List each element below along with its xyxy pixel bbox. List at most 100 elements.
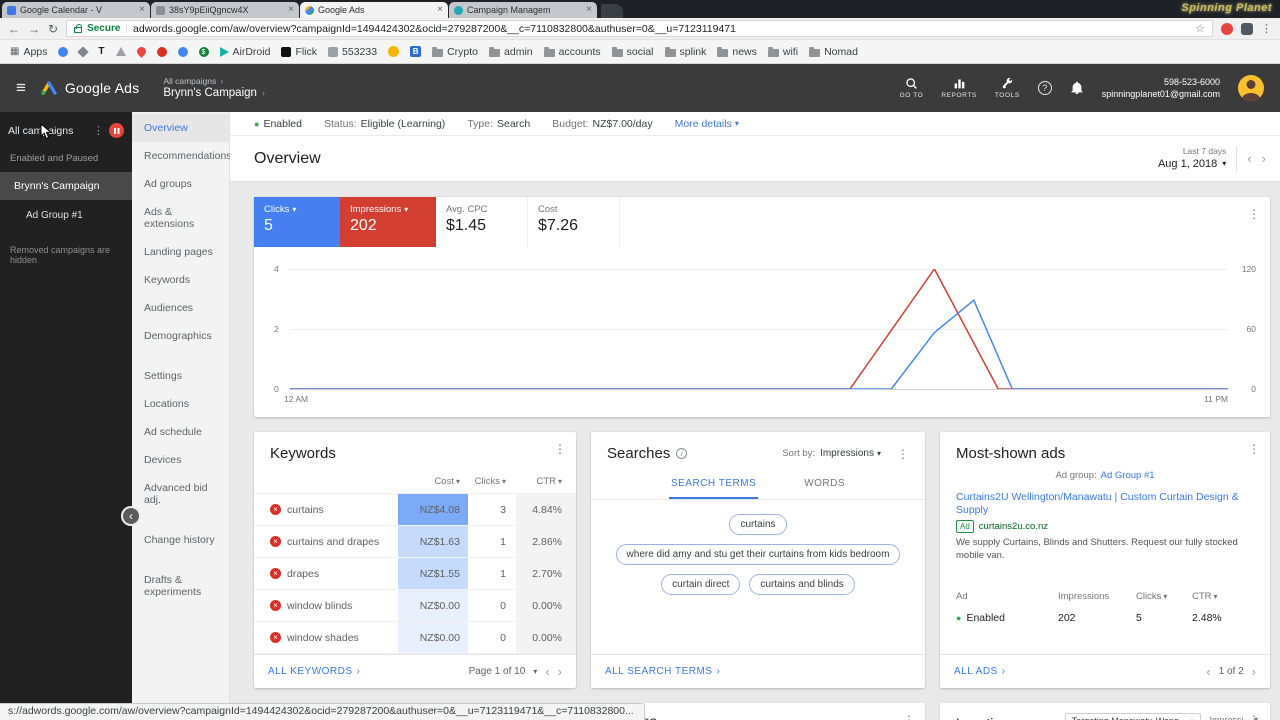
next-page-chevron-icon[interactable]: › <box>558 664 562 679</box>
devices-kebab-icon[interactable]: ⋮ <box>903 713 915 720</box>
keyword-name[interactable]: drapes <box>287 568 319 580</box>
search-term-chip[interactable]: curtain direct <box>661 574 741 595</box>
bookmark-folder-social[interactable]: social <box>611 46 654 58</box>
prev-date-chevron-icon[interactable]: ‹ <box>1247 151 1251 166</box>
avg-cpc-metric-box[interactable]: Avg. CPC $1.45 <box>436 197 528 247</box>
keyword-name[interactable]: curtains and drapes <box>287 536 379 548</box>
bookmark-icon-blue-dot[interactable] <box>177 46 188 57</box>
next-date-chevron-icon[interactable]: › <box>1262 151 1266 166</box>
bookmark-folder-news[interactable]: news <box>717 46 757 58</box>
tools-button[interactable]: TOOLS <box>995 77 1020 99</box>
cost-metric-box[interactable]: Cost $7.26 <box>528 197 620 247</box>
nav-item-ads-extensions[interactable]: Ads & extensions <box>132 198 229 238</box>
tab-words[interactable]: WORDS <box>802 472 847 499</box>
tab-close-icon[interactable]: × <box>437 5 443 15</box>
nav-item-devices[interactable]: Devices <box>132 446 229 474</box>
back-icon[interactable]: ← <box>8 23 20 35</box>
info-icon[interactable]: i <box>676 448 688 459</box>
nav-item-settings[interactable]: Settings <box>132 362 229 390</box>
bookmark-icon-4[interactable] <box>115 47 126 56</box>
bookmark-icon-pin[interactable] <box>134 45 148 58</box>
keyword-name[interactable]: curtains <box>287 504 324 516</box>
ad-group-value[interactable]: Ad Group #1 <box>1101 470 1155 481</box>
page-caret-icon[interactable]: ▾ <box>533 667 537 676</box>
bookmark-icon-t[interactable]: T <box>98 46 104 57</box>
browser-tab-campaign-management[interactable]: Campaign Managem × <box>449 2 597 18</box>
clicks-col-header[interactable]: Clicks ▾ <box>1136 591 1192 602</box>
tab-close-icon[interactable]: × <box>139 5 145 15</box>
nav-item-change-history[interactable]: Change history <box>132 526 229 554</box>
nav-item-recommendations[interactable]: Recommendations <box>132 142 232 170</box>
nav-item-demographics[interactable]: Demographics <box>132 322 229 350</box>
search-term-chip[interactable]: where did amy and stu get their curtains… <box>615 544 901 565</box>
clicks-metric-box[interactable]: Clicks ▾ 5 <box>254 197 340 247</box>
bookmark-icon-dollar[interactable]: $ <box>198 46 209 57</box>
keyword-row[interactable]: × curtains and drapes NZ$1.63 1 2.86% <box>254 526 576 558</box>
campaign-filter[interactable]: Enabled and Paused <box>0 145 132 172</box>
keyword-row[interactable]: × window blinds NZ$0.00 0 0.00% <box>254 590 576 622</box>
bookmark-icon-b[interactable]: B <box>410 46 422 57</box>
extension-icon-red[interactable] <box>1221 22 1233 35</box>
bookmark-icon-1[interactable] <box>58 46 69 57</box>
sidebar-collapse-button[interactable]: ‹ <box>121 506 141 526</box>
keyword-name[interactable]: window blinds <box>287 600 352 612</box>
bookmark-folder-wifi[interactable]: wifi <box>767 46 798 58</box>
cost-col-header[interactable]: Cost ▾ <box>398 476 468 487</box>
prev-ad-chevron-icon[interactable]: ‹ <box>1206 664 1210 679</box>
all-search-terms-link[interactable]: ALL SEARCH TERMS › <box>605 666 720 677</box>
ctr-col-header[interactable]: CTR ▾ <box>1192 591 1254 602</box>
nav-item-overview[interactable]: Overview <box>132 114 229 142</box>
bookmark-folder-accounts[interactable]: accounts <box>543 46 601 58</box>
tab-close-icon[interactable]: × <box>288 5 294 15</box>
nav-item-ad-groups[interactable]: Ad groups <box>132 170 229 198</box>
keyword-row[interactable]: × curtains NZ$4.08 3 4.84% <box>254 494 576 526</box>
ad-headline[interactable]: Curtains2U Wellington/Manawatu | Custom … <box>956 491 1254 517</box>
nav-item-keywords[interactable]: Keywords <box>132 266 229 294</box>
ads-kebab-icon[interactable]: ⋮ <box>1248 442 1260 456</box>
keywords-kebab-icon[interactable]: ⋮ <box>554 442 566 456</box>
hamburger-menu-icon[interactable]: ≡ <box>16 78 26 98</box>
browser-tab-calendar[interactable]: Google Calendar - V × <box>2 2 150 18</box>
browser-tab-file[interactable]: 38sY9pEiiQgncw4X × <box>151 2 299 18</box>
refresh-icon[interactable]: ↻ <box>48 23 58 35</box>
apps-shortcut[interactable]: ▦ Apps <box>10 46 47 58</box>
all-keywords-link[interactable]: ALL KEYWORDS › <box>268 666 360 677</box>
ad-group-selector[interactable]: Ad group: Ad Group #1 <box>940 470 1270 485</box>
campaign-status-button[interactable] <box>109 123 124 138</box>
nav-item-landing-pages[interactable]: Landing pages <box>132 238 229 266</box>
nav-item-locations[interactable]: Locations <box>132 390 229 418</box>
bookmark-icon-2[interactable] <box>77 45 90 58</box>
searches-kebab-icon[interactable]: ⋮ <box>897 447 909 461</box>
sidebar-item-ad-group-1[interactable]: Ad Group #1 <box>0 200 132 231</box>
new-tab-button[interactable] <box>601 4 623 18</box>
help-icon[interactable]: ? <box>1037 81 1052 95</box>
impressions-metric-box[interactable]: Impressions ▾ 202 <box>340 197 436 247</box>
bookmark-star-icon[interactable]: ☆ <box>1195 22 1205 35</box>
forward-icon[interactable]: → <box>28 23 40 35</box>
bookmark-icon-red-dot[interactable] <box>156 46 167 57</box>
extension-icon-dark[interactable] <box>1241 22 1253 35</box>
url-text[interactable]: adwords.google.com/aw/overview?campaignI… <box>133 23 1190 35</box>
bookmark-553233[interactable]: 553233 <box>328 46 377 58</box>
goto-button[interactable]: GO TO <box>900 77 924 99</box>
prev-page-chevron-icon[interactable]: ‹ <box>545 664 549 679</box>
sidebar-item-brynns-campaign[interactable]: Brynn's Campaign <box>0 172 132 200</box>
date-range-selector[interactable]: Last 7 days Aug 1, 2018 ▾ <box>1158 146 1226 171</box>
nav-item-advanced-bid-adj[interactable]: Advanced bid adj. <box>132 474 229 514</box>
next-ad-chevron-icon[interactable]: › <box>1252 664 1256 679</box>
chart-card-kebab-icon[interactable]: ⋮ <box>1248 207 1260 221</box>
campaigns-kebab-icon[interactable]: ⋮ <box>93 124 104 137</box>
chrome-menu-icon[interactable]: ⋮ <box>1261 22 1272 35</box>
notifications-bell-icon[interactable] <box>1070 81 1084 95</box>
avatar[interactable] <box>1238 75 1264 101</box>
sort-control[interactable]: Sort by: Impressions ▾ <box>782 448 881 459</box>
breadcrumb-campaign[interactable]: Brynn's Campaign › <box>163 87 265 101</box>
all-ads-link[interactable]: ALL ADS › <box>954 666 1006 677</box>
bookmark-folder-splink[interactable]: splink <box>664 46 706 58</box>
bookmark-flick[interactable]: Flick <box>281 46 317 58</box>
bookmark-folder-nomad[interactable]: Nomad <box>809 46 858 58</box>
bookmark-airdroid[interactable]: AirDroid <box>219 46 270 58</box>
bookmark-folder-admin[interactable]: admin <box>489 46 533 58</box>
nav-item-ad-schedule[interactable]: Ad schedule <box>132 418 229 446</box>
breadcrumb-all-campaigns[interactable]: All campaigns › <box>163 76 265 87</box>
